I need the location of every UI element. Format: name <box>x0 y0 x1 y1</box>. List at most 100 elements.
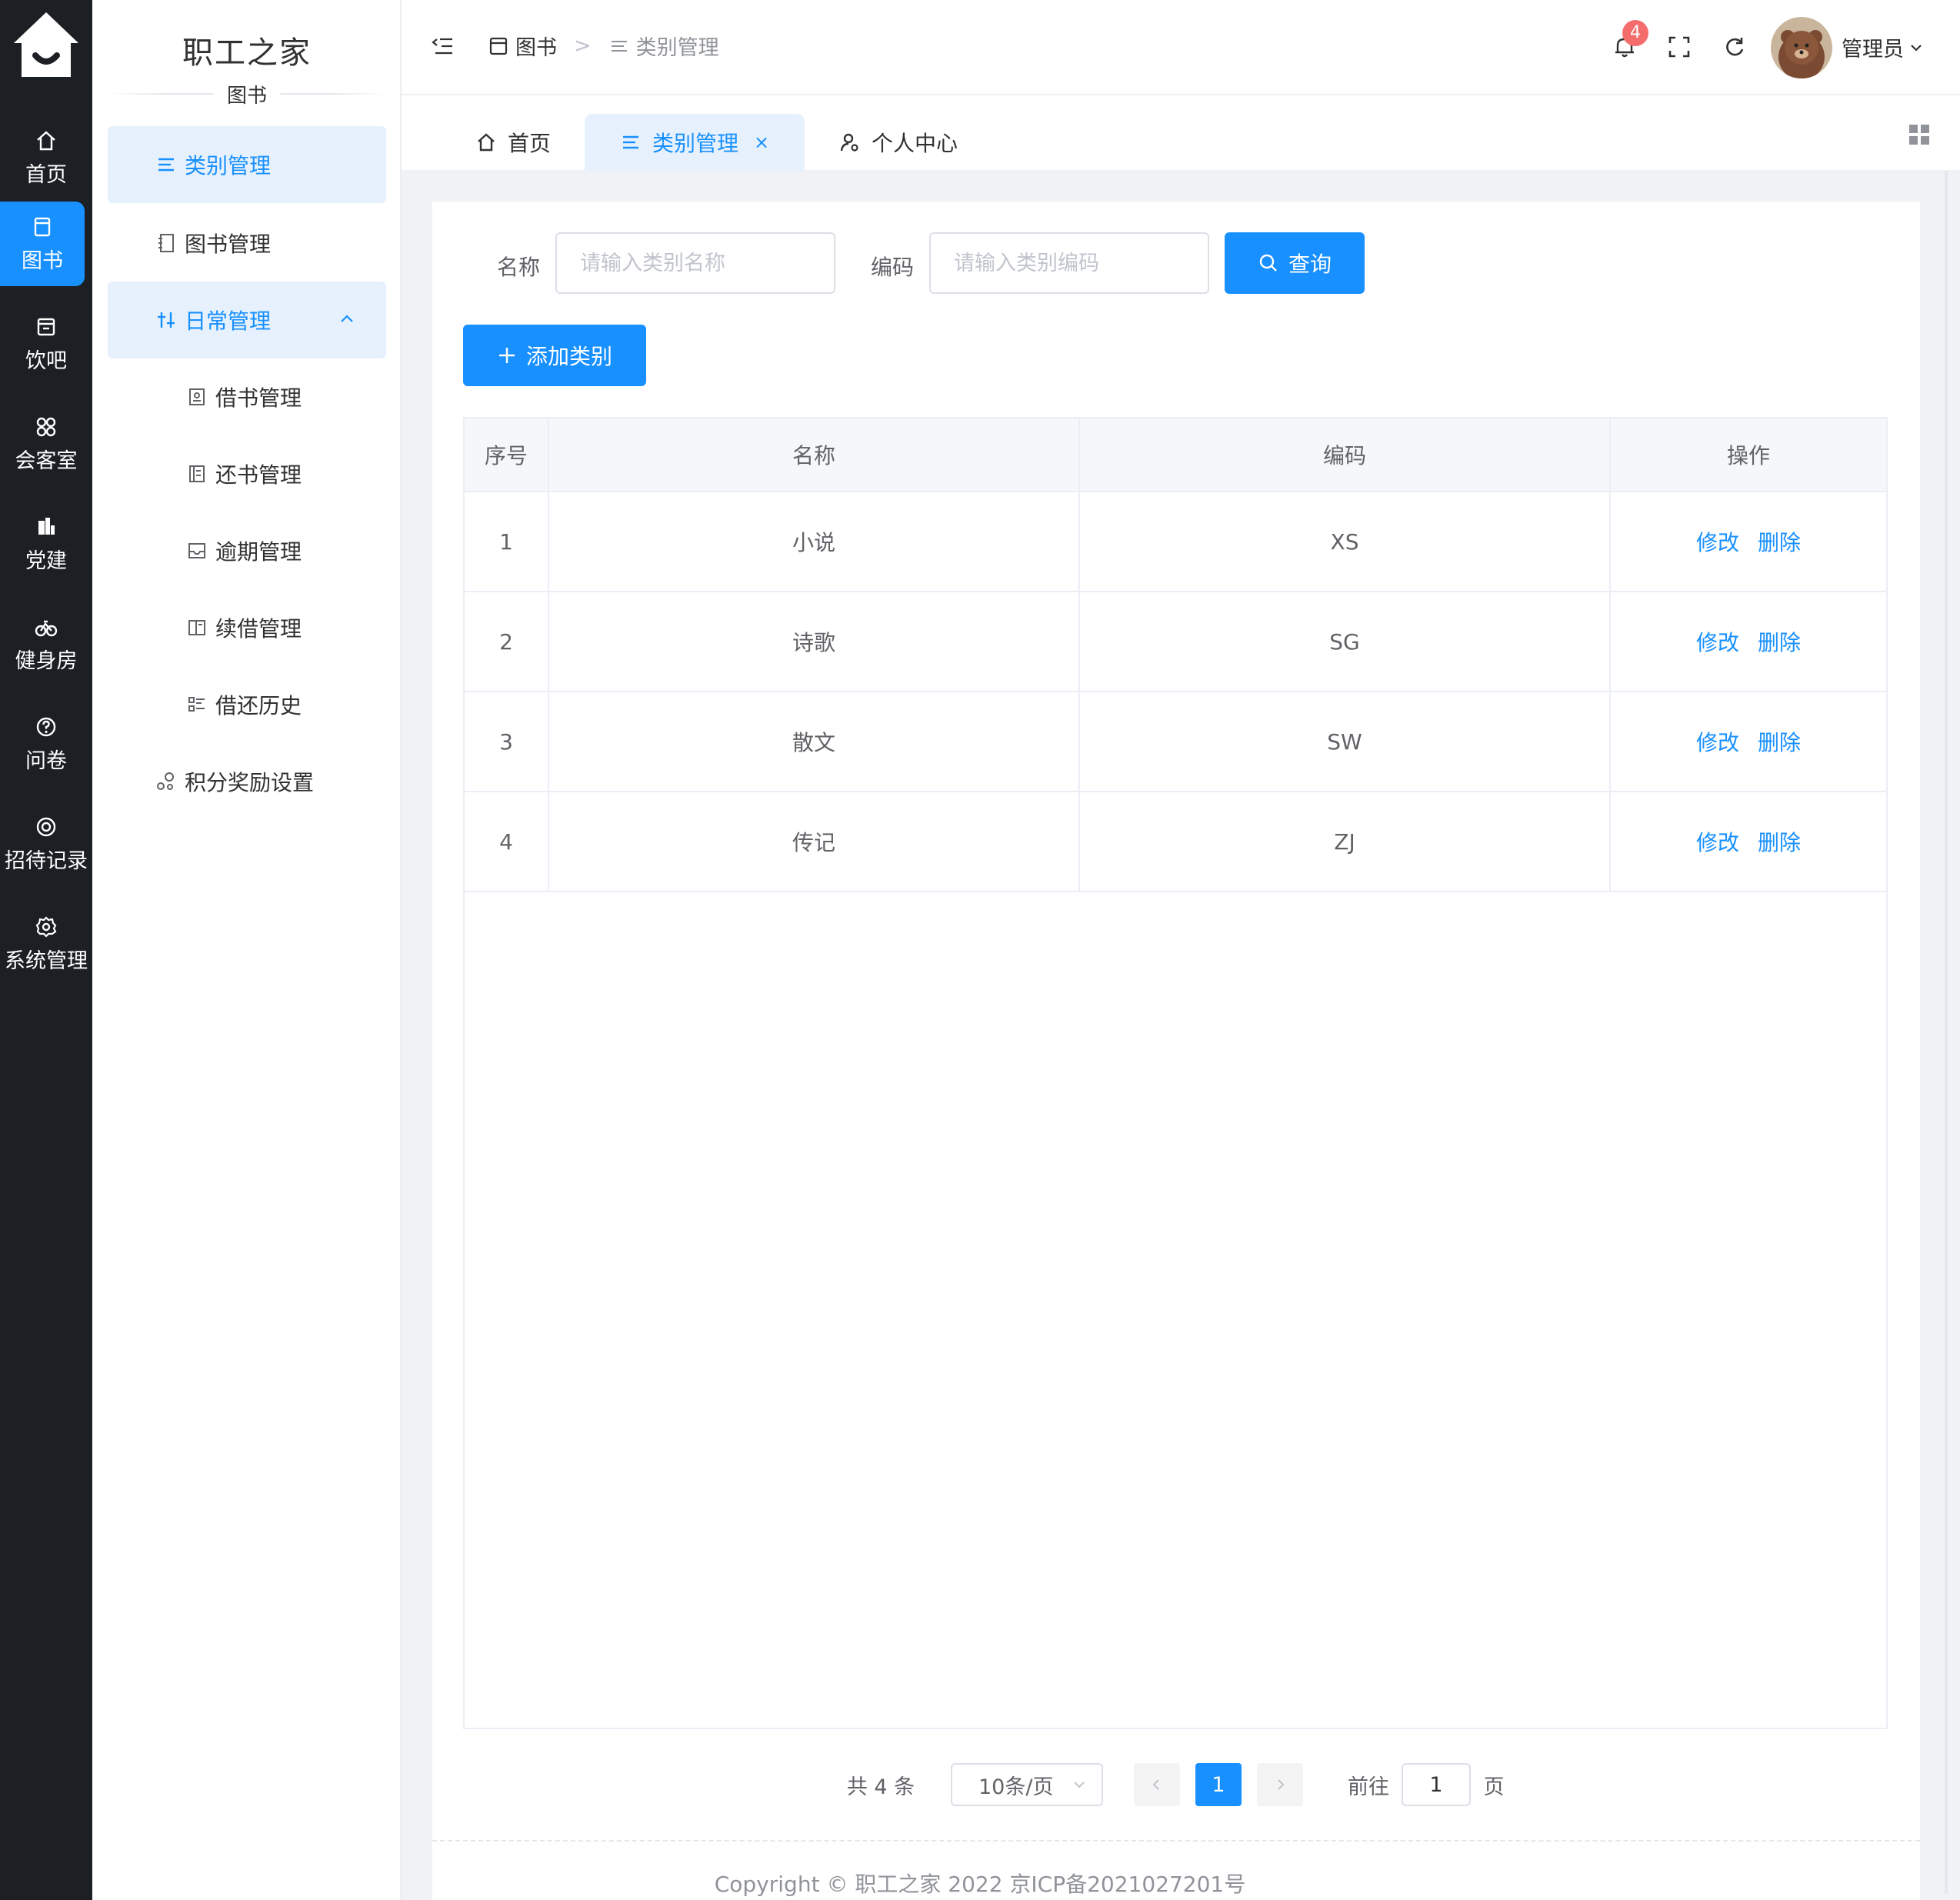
refresh-icon[interactable] <box>1722 34 1748 60</box>
row-code: SW <box>1080 692 1611 791</box>
user-name: 管理员 <box>1842 38 1904 62</box>
rail-item-cafe[interactable]: 饮吧 <box>0 302 92 386</box>
goto-page-input[interactable] <box>1402 1763 1471 1806</box>
notification-badge: 4 <box>1622 20 1648 46</box>
rail-item-book[interactable]: 图书 <box>0 202 85 286</box>
rail-item-system[interactable]: 系统管理 <box>0 902 92 986</box>
bike-icon <box>35 620 58 636</box>
avatar[interactable] <box>1771 17 1832 78</box>
sidebar-item-label: 借还历史 <box>215 693 302 718</box>
rail-item-meeting-room[interactable]: 会客室 <box>0 402 92 486</box>
sidebar-item-label: 逾期管理 <box>215 539 302 565</box>
page-suffix: 页 <box>1483 1775 1505 1799</box>
sidebar-item-return[interactable]: 还书管理 <box>108 435 386 512</box>
rail-label: 首页 <box>25 162 67 187</box>
history-list-icon <box>188 697 205 712</box>
search-icon <box>1259 254 1277 272</box>
list-icon <box>158 158 174 172</box>
sidebar-item-renew[interactable]: 续借管理 <box>108 589 386 666</box>
page-size-select[interactable]: 10条/页 <box>951 1763 1103 1806</box>
rail-item-home[interactable]: 首页 <box>0 115 92 200</box>
delete-link[interactable]: 删除 <box>1758 526 1801 557</box>
rail-label: 招待记录 <box>5 848 88 873</box>
tab-layout-icon[interactable] <box>1908 123 1931 146</box>
delete-link[interactable]: 删除 <box>1758 726 1801 757</box>
brand-subtitle: 图书 <box>226 85 267 108</box>
id-card-icon <box>189 388 205 405</box>
copyright-text: Copyright © 职工之家 2022 京ICP备2021027201号 <box>714 1872 1246 1897</box>
sidebar-item-borrow[interactable]: 借书管理 <box>108 358 386 435</box>
fullscreen-icon[interactable] <box>1668 35 1691 58</box>
list-icon <box>611 40 627 52</box>
sidebar-item-history[interactable]: 借还历史 <box>108 666 386 743</box>
add-category-label: 添加类别 <box>525 344 612 369</box>
tab-profile[interactable]: 个人中心 <box>831 114 966 171</box>
collapse-menu-icon[interactable] <box>431 34 455 58</box>
user-menu[interactable]: 管理员 <box>1842 32 1924 62</box>
sidebar: 职工之家 图书 类别管理 图书管理 日常管理 借书管理 还书管理 逾期管理 续借… <box>92 0 402 1900</box>
notebook-icon <box>158 234 174 252</box>
table-row: 1 小说 XS 修改 删除 <box>465 492 1886 592</box>
return-book-icon <box>189 465 205 482</box>
tab-close-icon[interactable]: × <box>754 132 769 153</box>
code-label: 编码 <box>871 255 915 280</box>
breadcrumb-item[interactable]: 图书 <box>515 31 557 61</box>
add-category-button[interactable]: 添加类别 <box>463 325 646 386</box>
sidebar-item-label: 日常管理 <box>185 308 272 334</box>
delete-link[interactable]: 删除 <box>1758 626 1801 657</box>
row-name: 散文 <box>549 692 1080 791</box>
breadcrumb-current: 类别管理 <box>635 36 719 60</box>
prev-page-button[interactable] <box>1134 1763 1180 1806</box>
home-icon <box>37 130 55 150</box>
category-name-input[interactable] <box>555 232 835 294</box>
sidebar-item-books[interactable]: 图书管理 <box>108 205 386 282</box>
category-table: 序号 名称 编码 操作 1 小说 XS 修改 删除 2 诗歌 SG 修改 删除 … <box>463 417 1888 1729</box>
edit-link[interactable]: 修改 <box>1696 726 1739 757</box>
category-code-input[interactable] <box>929 232 1209 294</box>
next-page-button[interactable] <box>1257 1763 1303 1806</box>
sidebar-item-points[interactable]: 积分奖励设置 <box>108 743 386 820</box>
footer-divider <box>432 1840 1920 1842</box>
rail-item-survey[interactable]: 问卷 <box>0 702 92 786</box>
sidebar-item-daily[interactable]: 日常管理 <box>108 282 386 358</box>
table-row: 3 散文 SW 修改 删除 <box>465 692 1886 792</box>
row-code: XS <box>1080 492 1611 591</box>
column-header-actions: 操作 <box>1726 443 1770 468</box>
edit-link[interactable]: 修改 <box>1696 526 1739 557</box>
sidebar-item-category[interactable]: 类别管理 <box>108 126 386 203</box>
tab-home[interactable]: 首页 <box>451 114 575 171</box>
row-index: 2 <box>465 592 549 691</box>
name-label: 名称 <box>497 255 541 280</box>
column-header-code: 编码 <box>1080 418 1611 491</box>
sidebar-item-label: 借书管理 <box>215 385 302 411</box>
rail-label: 健身房 <box>15 648 78 673</box>
user-gear-icon <box>840 133 858 152</box>
breadcrumb: 图书 > 类别管理 <box>488 31 719 61</box>
query-button[interactable]: 查询 <box>1225 232 1365 294</box>
house-logo-icon[interactable] <box>0 0 92 88</box>
sidebar-item-label: 图书管理 <box>185 232 272 257</box>
building-icon <box>38 517 55 535</box>
sidebar-item-overdue[interactable]: 逾期管理 <box>108 512 386 589</box>
sidebar-item-label: 续借管理 <box>215 616 302 642</box>
tab-category[interactable]: 类别管理 × <box>585 114 805 171</box>
page-number-current[interactable]: 1 <box>1195 1763 1242 1806</box>
delete-link[interactable]: 删除 <box>1758 826 1801 857</box>
tab-label: 首页 <box>507 131 551 156</box>
rail-item-reception[interactable]: 招待记录 <box>0 802 92 886</box>
gear-icon <box>35 915 57 938</box>
column-header-index: 序号 <box>465 418 549 491</box>
rail-item-gym[interactable]: 健身房 <box>0 602 92 686</box>
row-index: 1 <box>465 492 549 591</box>
sidebar-item-label: 还书管理 <box>215 462 302 488</box>
rail-label: 系统管理 <box>5 948 88 973</box>
table-header-row: 序号 名称 编码 操作 <box>465 418 1886 492</box>
sidebar-item-label: 积分奖励设置 <box>185 770 315 795</box>
book-icon <box>34 217 51 236</box>
page-scrollbar[interactable] <box>1945 171 1948 1894</box>
edit-link[interactable]: 修改 <box>1696 626 1739 657</box>
rail-item-party[interactable]: 党建 <box>0 502 92 586</box>
question-icon <box>36 717 56 736</box>
renew-icon <box>188 620 205 635</box>
edit-link[interactable]: 修改 <box>1696 826 1739 857</box>
